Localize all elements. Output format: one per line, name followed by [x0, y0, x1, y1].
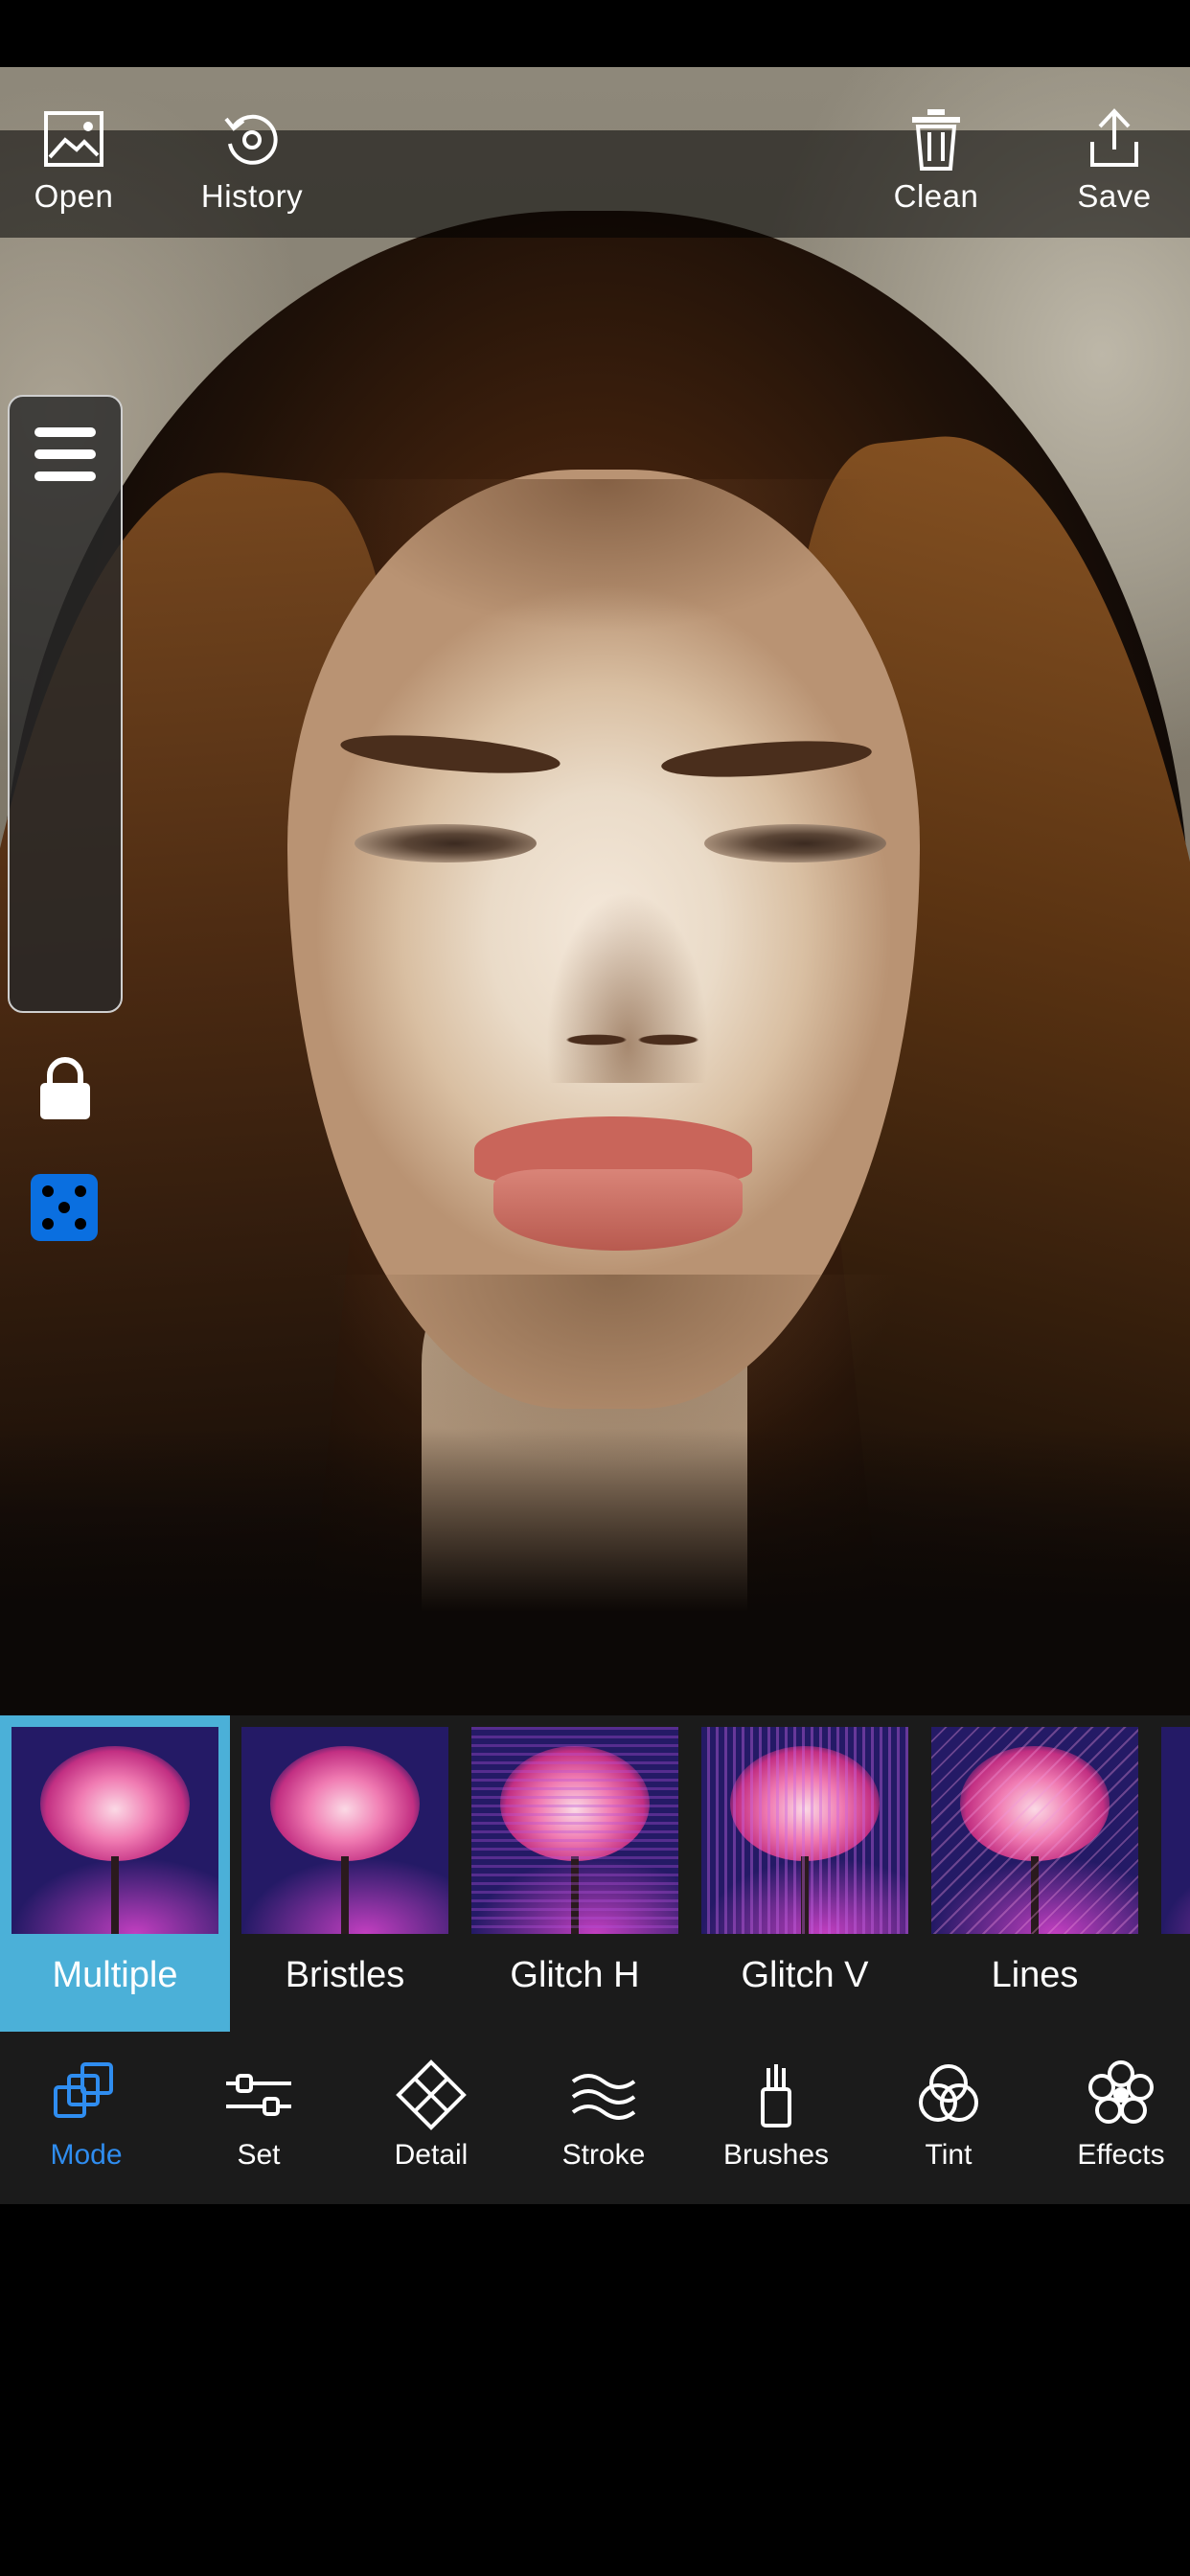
mode-label: Glitch H: [510, 1955, 640, 1995]
tool-brushes[interactable]: Brushes: [690, 2058, 862, 2172]
tool-effects[interactable]: Effects: [1035, 2058, 1190, 2172]
share-icon: [1090, 108, 1138, 167]
mode-glitch-h[interactable]: Glitch H: [460, 1715, 690, 2032]
tool-label: Detail: [394, 2139, 469, 2171]
mode-thumbnail: [931, 1727, 1138, 1934]
mode-multiple[interactable]: Multiple: [0, 1715, 230, 2032]
tool-label: Set: [237, 2139, 281, 2171]
painting-canvas[interactable]: [0, 67, 1190, 1715]
menu-icon[interactable]: [34, 427, 96, 481]
dice-icon[interactable]: [31, 1174, 98, 1241]
save-label: Save: [1077, 178, 1152, 214]
grid-diamond-icon: [396, 2059, 467, 2130]
right-eye: [704, 824, 886, 862]
mode-thumbnail: [241, 1727, 448, 1934]
forehead-shadow: [326, 479, 881, 632]
mode-thumbnail: [701, 1727, 908, 1934]
tool-label: Brushes: [722, 2139, 830, 2171]
history-icon: [224, 114, 278, 165]
waves-icon: [571, 2074, 636, 2120]
mode-glitch-v[interactable]: Glitch V: [690, 1715, 920, 2032]
left-eye: [355, 824, 537, 862]
tool-label: Stroke: [561, 2139, 646, 2171]
circles-icon: [919, 2064, 978, 2122]
image-icon: [44, 111, 103, 167]
clean-label: Clean: [893, 178, 979, 214]
mode-label: Multiple: [52, 1955, 178, 1995]
mode-thumbnail: [11, 1727, 218, 1934]
tool-stroke[interactable]: Stroke: [517, 2058, 690, 2172]
history-button[interactable]: History: [180, 105, 324, 215]
flower-icon: [1088, 2060, 1154, 2124]
history-label: History: [200, 178, 304, 214]
brushes-icon: [761, 2064, 791, 2128]
tool-label: Mode: [50, 2139, 123, 2171]
clean-button[interactable]: Clean: [864, 105, 1008, 215]
tool-detail[interactable]: Detail: [345, 2058, 517, 2172]
open-label: Open: [34, 178, 114, 214]
mode-strip[interactable]: Multiple Bristles Glitch H Glitch V Line…: [0, 1715, 1190, 2032]
mode-next-partial[interactable]: [1150, 1715, 1190, 2032]
bottom-toolbar: Mode Set Detail Stroke Brushes Tint Effe…: [0, 2032, 1190, 2204]
tool-label: Effects: [1077, 2139, 1165, 2171]
layers-icon: [54, 2062, 113, 2118]
tool-mode[interactable]: Mode: [0, 2058, 172, 2172]
nostrils: [561, 1021, 704, 1059]
trash-icon: [912, 109, 960, 171]
mode-thumbnail: [471, 1727, 678, 1934]
mode-thumbnail: [1161, 1727, 1190, 1934]
mode-bristles[interactable]: Bristles: [230, 1715, 460, 2032]
shoulder-shadow: [0, 1428, 1190, 1715]
mode-label: Lines: [991, 1955, 1079, 1995]
save-button[interactable]: Save: [1042, 105, 1186, 215]
tool-tint[interactable]: Tint: [862, 2058, 1035, 2172]
top-bar: [0, 130, 1190, 238]
side-panel[interactable]: [8, 395, 123, 1013]
tool-set[interactable]: Set: [172, 2058, 345, 2172]
lower-lip: [493, 1169, 743, 1251]
mode-lines[interactable]: Lines: [920, 1715, 1150, 2032]
tool-label: Tint: [925, 2139, 973, 2171]
mode-label: Bristles: [285, 1955, 405, 1995]
lock-icon[interactable]: [36, 1054, 94, 1121]
sliders-icon: [226, 2074, 291, 2116]
mode-label: Glitch V: [741, 1955, 869, 1995]
open-button[interactable]: Open: [2, 105, 146, 215]
